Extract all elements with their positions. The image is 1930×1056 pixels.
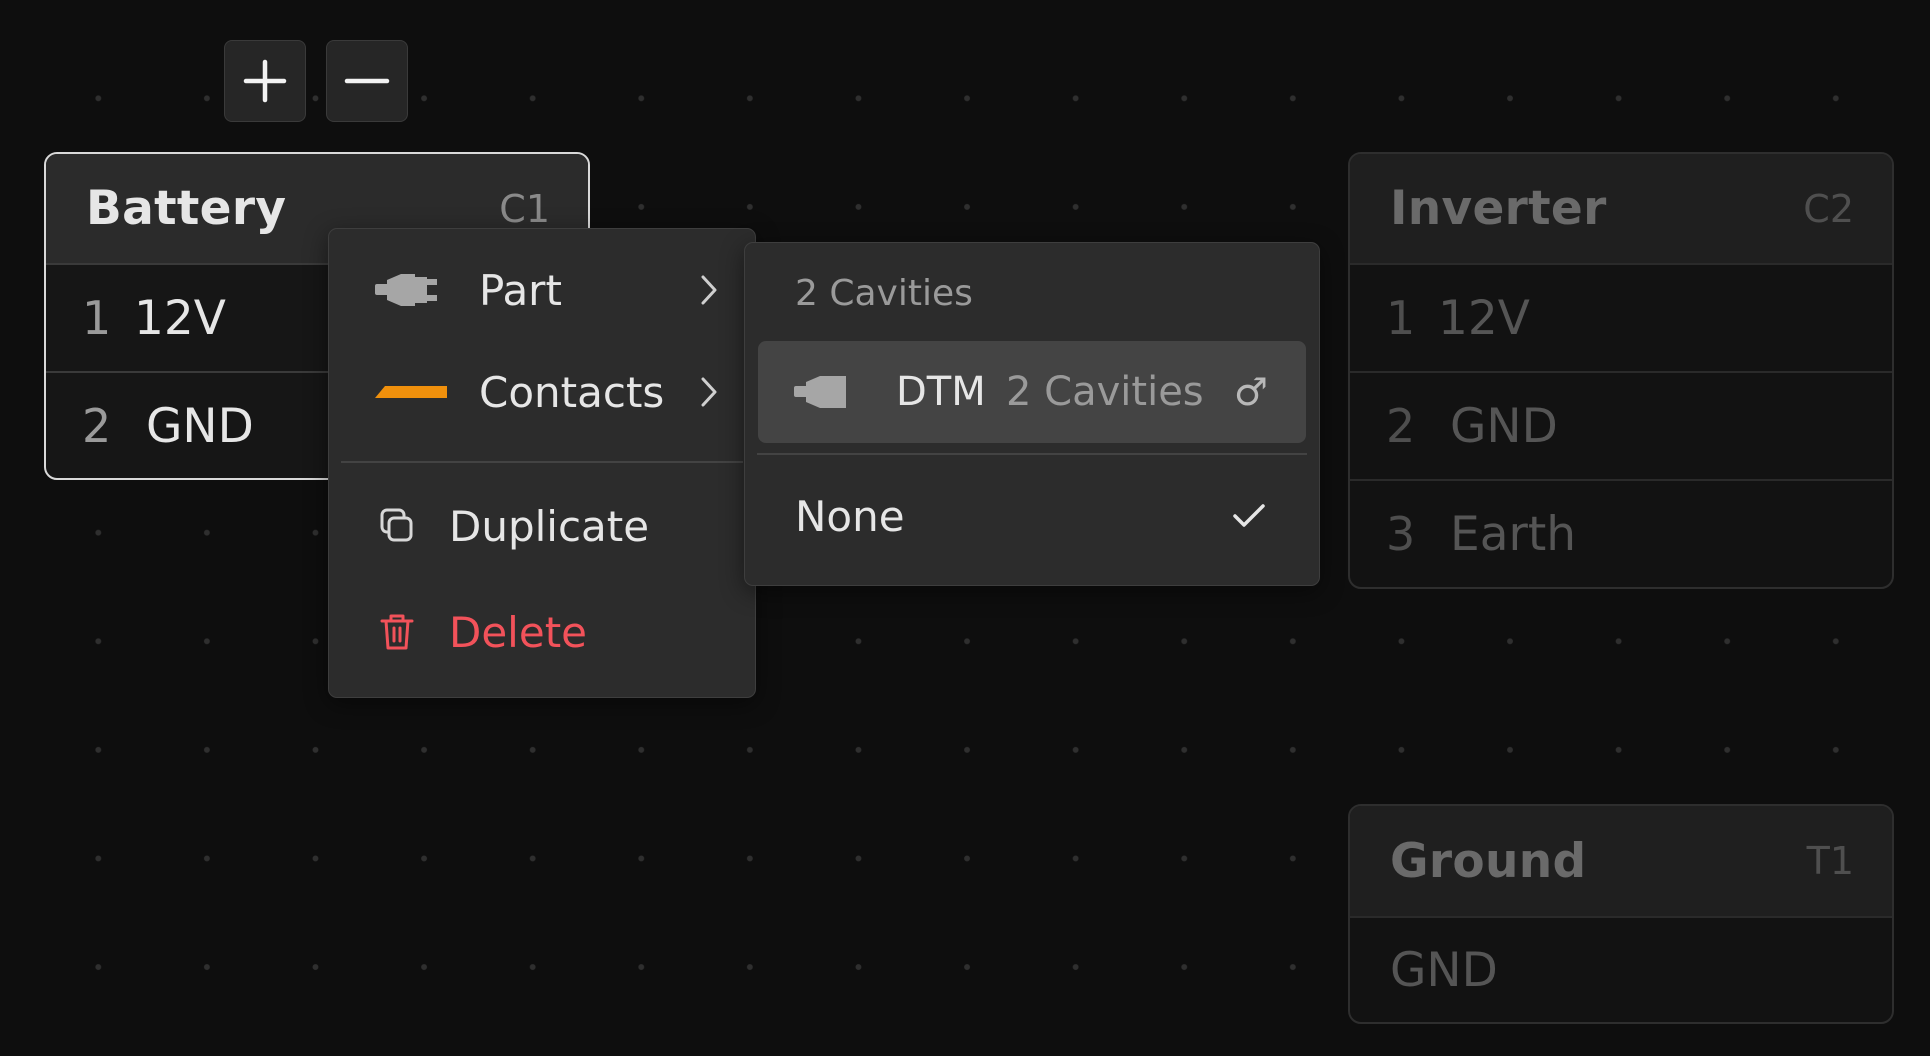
- trash-icon: [380, 614, 414, 650]
- pin-number: 1: [1386, 291, 1416, 345]
- menu-item-part[interactable]: Part: [329, 247, 755, 333]
- diagram-canvas[interactable]: Battery C1 1 12V 2 GND Inverter C2 1 12V…: [0, 0, 1930, 1056]
- node-id-badge: C1: [499, 186, 550, 231]
- node-title: Inverter: [1390, 181, 1607, 236]
- submenu-option-dtm[interactable]: DTM 2 Cavities ♂: [758, 341, 1306, 443]
- part-name: None: [795, 491, 905, 541]
- checkmark-icon: [1233, 504, 1265, 527]
- pin-number: 2: [1386, 399, 1416, 453]
- node-header: Ground T1: [1350, 806, 1892, 916]
- pin-row[interactable]: GND: [1350, 916, 1892, 1022]
- pin-row[interactable]: 1 12V: [1350, 263, 1892, 371]
- pin-row[interactable]: 3 Earth: [1350, 479, 1892, 587]
- menu-item-label: Delete: [449, 607, 587, 657]
- node-id-badge: T1: [1806, 839, 1854, 883]
- node-context-menu: Part Contacts Duplicate Delete: [328, 228, 756, 698]
- chevron-right-icon: [701, 275, 717, 305]
- pin-label: Earth: [1450, 506, 1577, 562]
- menu-separator: [341, 461, 743, 463]
- part-name: DTM: [896, 369, 986, 415]
- part-detail: 2 Cavities: [1006, 369, 1204, 415]
- pin-label: GND: [1390, 942, 1498, 998]
- pin-label: 12V: [134, 290, 226, 346]
- terminal-node-ground[interactable]: Ground T1 GND: [1348, 804, 1894, 1024]
- duplicate-icon: [380, 508, 413, 542]
- menu-item-label: Duplicate: [449, 501, 650, 551]
- submenu-option-none[interactable]: None: [758, 465, 1306, 567]
- menu-item-duplicate[interactable]: Duplicate: [329, 483, 755, 569]
- node-title: Battery: [86, 181, 287, 236]
- menu-item-label: Part: [479, 265, 562, 315]
- male-symbol-icon: ♂: [1233, 370, 1268, 414]
- pin-label: GND: [146, 398, 254, 454]
- submenu-heading: 2 Cavities: [795, 273, 973, 314]
- node-header: Inverter C2: [1350, 154, 1892, 263]
- pin-label: GND: [1450, 398, 1558, 454]
- menu-item-delete[interactable]: Delete: [329, 589, 755, 675]
- connector-plug-icon: [794, 376, 846, 408]
- chevron-right-icon: [701, 377, 717, 407]
- connector-plug-icon: [375, 274, 437, 306]
- pin-row[interactable]: 2 GND: [1350, 371, 1892, 479]
- part-submenu: 2 Cavities DTM 2 Cavities ♂ None: [744, 242, 1320, 586]
- node-id-badge: C2: [1803, 186, 1854, 231]
- menu-item-contacts[interactable]: Contacts: [329, 349, 755, 435]
- pin-label: 12V: [1438, 290, 1530, 346]
- menu-separator: [757, 453, 1307, 455]
- connector-node-inverter[interactable]: Inverter C2 1 12V 2 GND 3 Earth: [1348, 152, 1894, 589]
- contact-bar-icon: [375, 386, 447, 398]
- plus-icon: [243, 59, 287, 103]
- pin-number: 1: [82, 291, 112, 345]
- node-title: Ground: [1390, 833, 1587, 889]
- pin-number: 2: [82, 399, 112, 453]
- menu-item-label: Contacts: [479, 367, 665, 417]
- minus-icon: [344, 78, 390, 84]
- pin-number: 3: [1386, 507, 1416, 561]
- zoom-out-button[interactable]: [326, 40, 408, 122]
- zoom-in-button[interactable]: [224, 40, 306, 122]
